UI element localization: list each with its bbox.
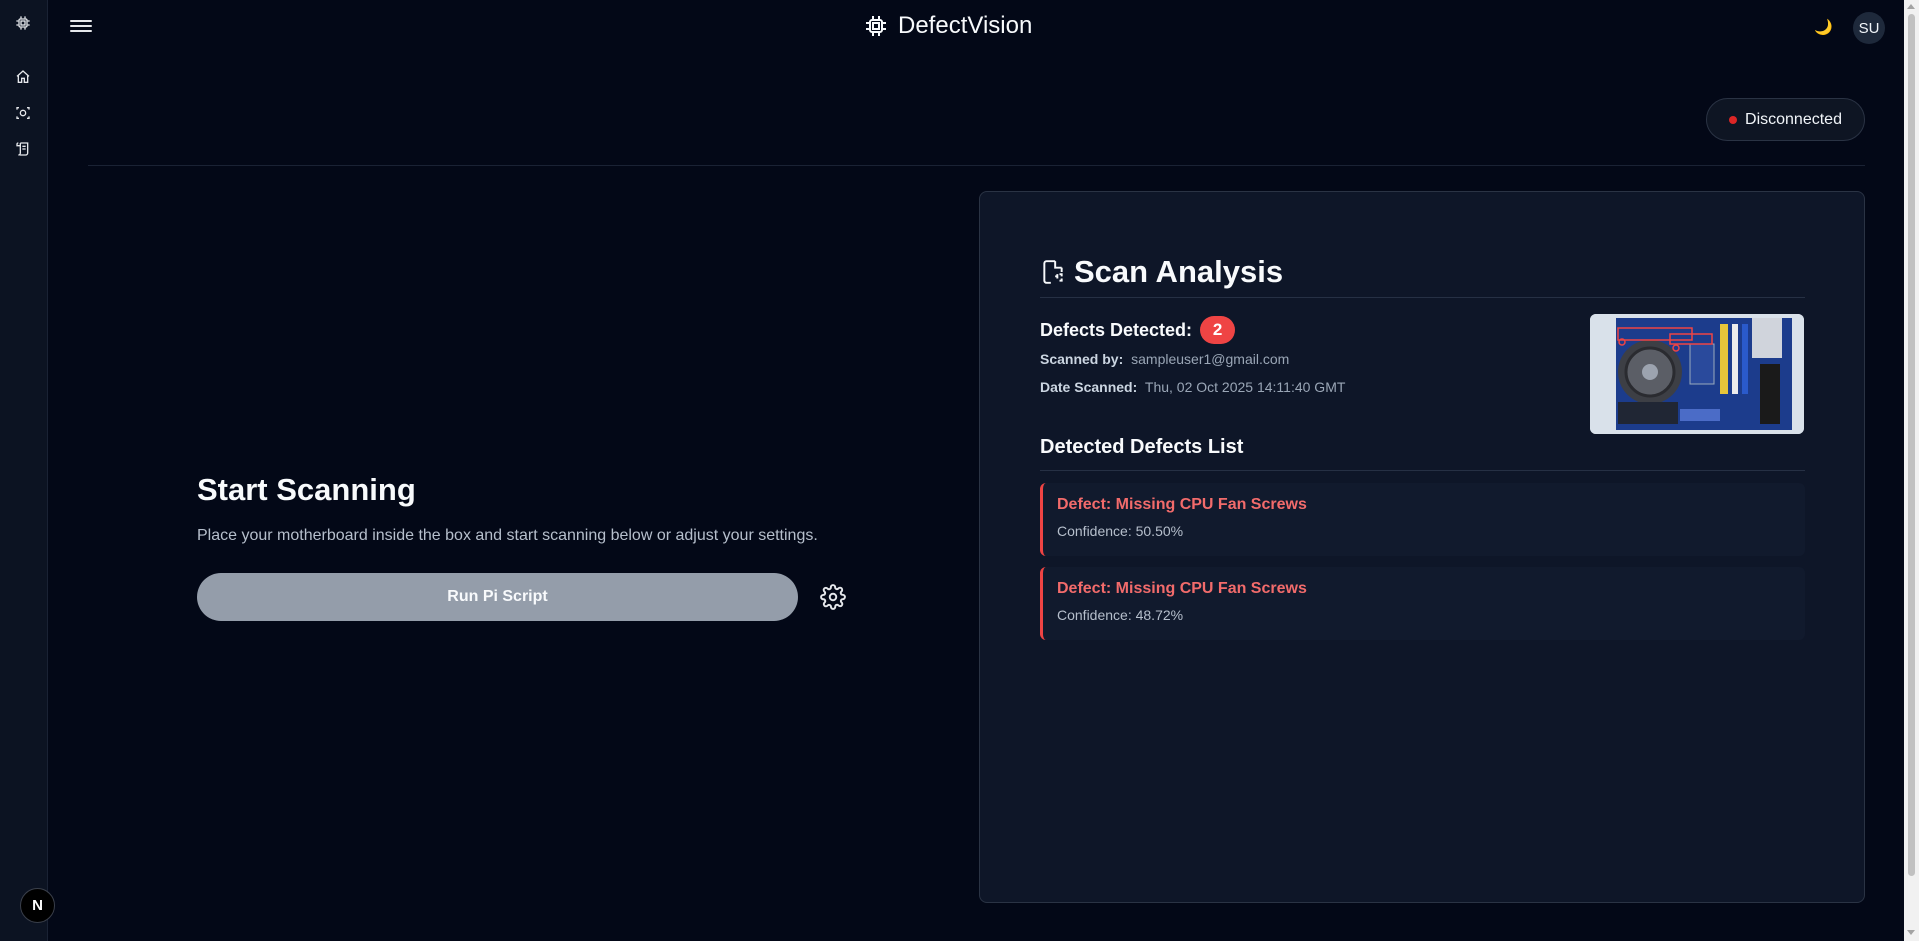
date-scanned-value: Thu, 02 Oct 2025 14:11:40 GMT: [1144, 379, 1346, 395]
scan-icon[interactable]: [13, 103, 33, 123]
menu-button[interactable]: [70, 17, 92, 37]
scanned-by-label: Scanned by:: [1040, 351, 1124, 367]
defect-name: Defect: Missing CPU Fan Screws: [1057, 580, 1307, 597]
nextjs-badge[interactable]: N: [20, 888, 55, 923]
sidebar: N: [0, 0, 55, 941]
file-scan-icon: [1043, 260, 1063, 284]
detected-defects-list-title: Detected Defects List: [1040, 436, 1244, 458]
home-icon[interactable]: [13, 67, 33, 87]
scan-thumbnail[interactable]: [1590, 314, 1804, 434]
run-pi-script-button[interactable]: Run Pi Script: [197, 573, 798, 621]
scroll-down-arrow-icon[interactable]: [1907, 930, 1915, 935]
defects-detected-row: Defects Detected: 2: [1040, 316, 1236, 344]
start-scanning-title: Start Scanning: [197, 472, 416, 507]
page-scrollbar[interactable]: [1904, 0, 1919, 941]
scanned-by-value: sampleuser1@gmail.com: [1131, 351, 1290, 367]
list-divider: [1040, 470, 1805, 471]
chip-icon[interactable]: [13, 13, 33, 33]
defect-confidence: Confidence: 48.72%: [1057, 607, 1184, 623]
status-dot-icon: [1729, 115, 1738, 124]
connection-status-text: Disconnected: [1745, 110, 1842, 128]
date-scanned: Date Scanned: Thu, 02 Oct 2025 14:11:40 …: [1040, 379, 1345, 395]
scroll-icon[interactable]: [13, 139, 33, 159]
avatar[interactable]: SU: [1853, 12, 1885, 44]
defect-confidence: Confidence: 50.50%: [1057, 523, 1184, 539]
scanned-by: Scanned by: sampleuser1@gmail.com: [1040, 351, 1289, 367]
scan-analysis-title: Scan Analysis: [1074, 254, 1284, 289]
panel-header: Scan Analysis: [1040, 254, 1283, 290]
start-scanning-description: Place your motherboard inside the box an…: [197, 527, 818, 544]
defect-name: Defect: Missing CPU Fan Screws: [1057, 496, 1307, 513]
connection-status-badge: Disconnected: [1706, 98, 1865, 141]
moon-icon[interactable]: 🌙: [1814, 18, 1833, 36]
settings-gear-icon[interactable]: [820, 584, 846, 610]
defects-detected-label: Defects Detected:: [1040, 319, 1193, 340]
date-scanned-label: Date Scanned:: [1040, 379, 1138, 395]
app-title: DefectVision: [898, 12, 1033, 39]
defect-list-item[interactable]: Defect: Missing CPU Fan Screws Confidenc…: [1040, 567, 1805, 640]
scan-analysis-panel: Scan Analysis Defects Detected: 2 Scanne…: [979, 191, 1865, 903]
defect-list-item[interactable]: Defect: Missing CPU Fan Screws Confidenc…: [1040, 483, 1805, 556]
scroll-up-arrow-icon[interactable]: [1907, 4, 1915, 9]
scroll-thumb[interactable]: [1908, 14, 1915, 876]
header-divider: [88, 165, 1865, 166]
panel-divider: [1040, 297, 1805, 298]
chip-icon: [866, 16, 886, 36]
defect-count-badge: 2: [1200, 316, 1236, 344]
brand: DefectVision: [864, 12, 1032, 40]
